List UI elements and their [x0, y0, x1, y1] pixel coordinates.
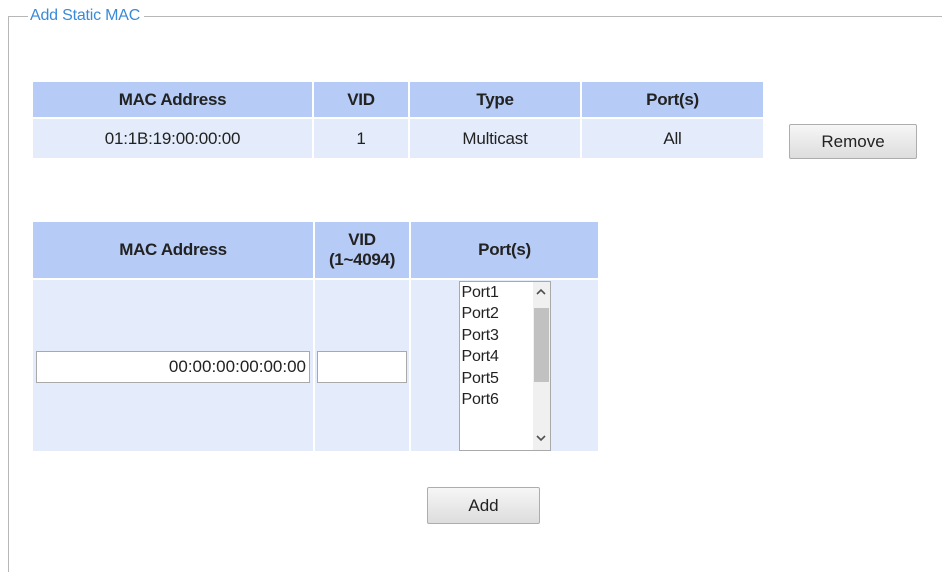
column-header-mac-address: MAC Address [33, 82, 312, 117]
form-header-row: MAC Address VID (1~4094) Port(s) [33, 222, 598, 278]
cell-mac-address: 01:1B:19:00:00:00 [33, 119, 312, 158]
fieldset-border-top [8, 16, 942, 17]
column-header-ports: Port(s) [582, 82, 763, 117]
fieldset-border-left [8, 16, 9, 572]
remove-button[interactable]: Remove [789, 124, 917, 159]
ports-listbox[interactable]: Port1 Port2 Port3 Port4 Port5 Port6 [458, 280, 551, 451]
mac-address-input[interactable] [36, 350, 310, 383]
form-cell-mac [33, 280, 313, 451]
form-header-vid: VID (1~4094) [315, 222, 409, 278]
chevron-up-icon[interactable] [533, 284, 550, 301]
cell-vid: 1 [314, 119, 408, 158]
static-mac-table: MAC Address VID Type Port(s) 01:1B:19:00… [31, 80, 765, 160]
table-header-row: MAC Address VID Type Port(s) [33, 82, 763, 117]
chevron-down-icon[interactable] [533, 431, 550, 448]
column-header-type: Type [410, 82, 580, 117]
form-cell-vid [315, 280, 409, 451]
vid-input[interactable] [317, 350, 407, 383]
form-header-vid-range: (1~4094) [328, 250, 396, 269]
scrollbar-thumb[interactable] [533, 307, 549, 382]
page: Add Static MAC MAC Address VID Type Port… [0, 0, 942, 572]
column-header-vid: VID [314, 82, 408, 117]
cell-ports: All [582, 119, 763, 158]
form-header-ports: Port(s) [411, 222, 598, 278]
form-input-row: Port1 Port2 Port3 Port4 Port5 Port6 [33, 280, 598, 451]
cell-type: Multicast [410, 119, 580, 158]
form-cell-ports: Port1 Port2 Port3 Port4 Port5 Port6 [411, 280, 598, 451]
table-row: 01:1B:19:00:00:00 1 Multicast All [33, 119, 763, 158]
listbox-scrollbar[interactable] [532, 281, 550, 450]
add-mac-form-table: MAC Address VID (1~4094) Port(s) Port1 [31, 220, 600, 453]
form-header-mac-address: MAC Address [33, 222, 313, 278]
section-legend: Add Static MAC [28, 6, 145, 26]
add-button[interactable]: Add [427, 487, 540, 524]
form-header-vid-label: VID [348, 230, 376, 249]
